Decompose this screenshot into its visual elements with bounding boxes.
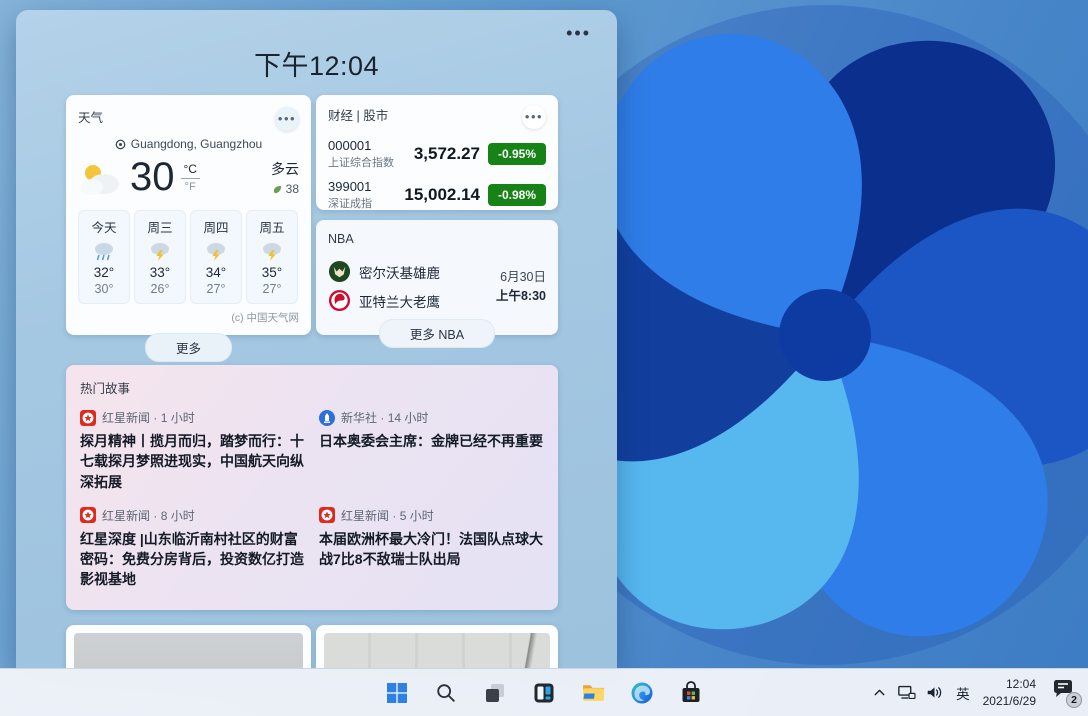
panel-clock: 下午12:04 — [16, 44, 617, 83]
widgets-icon — [532, 681, 556, 705]
stocks-widget[interactable]: 财经 | 股市 ••• 000001 上证综合指数 3,572.27 -0.95… — [316, 95, 558, 210]
search-icon — [435, 682, 457, 704]
forecast-day-fri[interactable]: 周五 35° 27° — [246, 210, 298, 304]
stock-code: 000001 — [328, 138, 414, 153]
stock-value: 3,572.27 — [414, 144, 488, 164]
news-source-time: 红星新闻 · 1 小时 — [102, 409, 195, 426]
notification-button[interactable]: 2 — [1050, 678, 1080, 708]
weather-condition: 多云 — [271, 159, 299, 179]
tray-time: 12:04 — [983, 676, 1036, 692]
tray-chevron-up-icon[interactable] — [871, 684, 888, 701]
notification-badge: 2 — [1066, 692, 1082, 708]
language-indicator[interactable]: 英 — [953, 681, 973, 705]
stock-name: 上证综合指数 — [328, 154, 414, 170]
team-row-hawks[interactable]: 亚特兰大老鹰 — [328, 289, 472, 312]
edge-browser-icon — [630, 681, 654, 705]
red-star-news-icon — [80, 410, 96, 426]
forecast-day-thu[interactable]: 周四 34° 27° — [190, 210, 242, 304]
hawks-logo-icon — [328, 289, 351, 312]
edge-button[interactable] — [625, 676, 659, 710]
red-star-news-icon — [80, 507, 96, 523]
task-view-icon — [483, 681, 507, 705]
tray-date: 2021/6/29 — [983, 693, 1036, 709]
location-pin-icon — [115, 139, 126, 150]
weather-attribution: (c) 中国天气网 — [78, 310, 299, 325]
weather-menu-icon[interactable]: ••• — [275, 107, 299, 131]
news-source-time: 新华社 · 14 小时 — [341, 409, 428, 426]
news-widget[interactable]: 热门故事 红星新闻 · 1 小时 探月精神丨揽月而归，踏梦而行：十七载探月梦照进… — [66, 365, 558, 610]
storm-icon — [260, 241, 284, 261]
story-photo — [324, 633, 550, 668]
start-button[interactable] — [380, 676, 414, 710]
news-item-4[interactable]: 红星新闻 · 5 小时 本届欧洲杯最大冷门！法国队点球大战7比8不敌瑞士队出局 — [319, 507, 544, 590]
weather-more-button[interactable]: 更多 — [145, 333, 232, 362]
forecast-day-wed[interactable]: 周三 33° 26° — [134, 210, 186, 304]
news-headline: 红星深度 |山东临沂南村社区的财富密码：免费分房背后，投资数亿打造影视基地 — [80, 529, 305, 590]
news-headline: 日本奥委会主席：金牌已经不再重要 — [319, 431, 544, 451]
bucks-logo-icon — [328, 260, 351, 283]
microsoft-store-button[interactable] — [674, 676, 708, 710]
game-time: 上午8:30 — [472, 285, 546, 304]
story-card-photo-right[interactable] — [316, 625, 558, 668]
task-view-button[interactable] — [478, 676, 512, 710]
file-explorer-icon — [581, 680, 606, 705]
air-quality-value: 38 — [286, 182, 299, 196]
forecast-day-today[interactable]: 今天 32° 30° — [78, 210, 130, 304]
windows-logo-icon — [385, 681, 409, 705]
stock-row-sse[interactable]: 000001 上证综合指数 3,572.27 -0.95% — [328, 138, 546, 170]
game-date: 6月30日 — [472, 266, 546, 285]
news-item-3[interactable]: 红星新闻 · 8 小时 红星深度 |山东临沂南村社区的财富密码：免费分房背后，投… — [80, 507, 305, 590]
volume-icon[interactable] — [925, 684, 944, 701]
stock-value: 15,002.14 — [404, 185, 488, 205]
news-item-2[interactable]: 新华社 · 14 小时 日本奥委会主席：金牌已经不再重要 — [319, 409, 544, 492]
air-quality-icon — [272, 184, 283, 195]
stocks-title: 财经 | 股市 — [328, 105, 388, 124]
widgets-panel: 下午12:04 ••• 天气 ••• Guangdong, Guangzhou … — [16, 10, 617, 668]
nba-title: NBA — [328, 232, 354, 246]
current-temperature: 30 — [130, 155, 175, 200]
news-source-time: 红星新闻 · 5 小时 — [341, 507, 434, 524]
news-headline: 探月精神丨揽月而归，踏梦而行：十七载探月梦照进现实，中国航天向纵深拓展 — [80, 431, 305, 492]
weather-widget[interactable]: 天气 ••• Guangdong, Guangzhou 30 °C °F 多云 — [66, 95, 311, 335]
search-button[interactable] — [429, 676, 463, 710]
storm-icon — [204, 241, 228, 261]
story-card-photo-left[interactable] — [66, 625, 311, 668]
weather-title: 天气 — [78, 107, 103, 126]
weather-location: Guangdong, Guangzhou — [131, 137, 262, 151]
news-item-1[interactable]: 红星新闻 · 1 小时 探月精神丨揽月而归，踏梦而行：十七载探月梦照进现实，中国… — [80, 409, 305, 492]
story-photo — [74, 633, 303, 668]
partly-cloudy-icon — [78, 160, 124, 196]
nba-widget[interactable]: NBA 密尔沃基雄鹿 亚特兰大老鹰 — [316, 220, 558, 335]
stock-row-szse[interactable]: 399001 深证成指 15,002.14 -0.98% — [328, 179, 546, 211]
stock-name: 深证成指 — [328, 195, 404, 211]
xinhua-news-icon — [319, 410, 335, 426]
widgets-button[interactable] — [527, 676, 561, 710]
taskbar: 英 12:04 2021/6/29 2 — [0, 668, 1088, 716]
network-icon[interactable] — [897, 684, 916, 701]
stock-change-badge: -0.98% — [488, 184, 546, 206]
celsius-toggle[interactable]: °C — [181, 162, 200, 179]
news-source-time: 红星新闻 · 8 小时 — [102, 507, 195, 524]
storm-icon — [148, 241, 172, 261]
fahrenheit-toggle[interactable]: °F — [185, 179, 196, 193]
red-star-news-icon — [319, 507, 335, 523]
news-headline: 本届欧洲杯最大冷门！法国队点球大战7比8不敌瑞士队出局 — [319, 529, 544, 570]
nba-more-button[interactable]: 更多 NBA — [379, 319, 495, 348]
news-title: 热门故事 — [80, 382, 130, 396]
stocks-menu-icon[interactable]: ••• — [522, 105, 546, 129]
stock-change-badge: -0.95% — [488, 143, 546, 165]
stock-code: 399001 — [328, 179, 404, 194]
file-explorer-button[interactable] — [576, 676, 610, 710]
microsoft-store-icon — [679, 681, 703, 705]
rain-icon — [92, 241, 116, 261]
clock-tray[interactable]: 12:04 2021/6/29 — [983, 676, 1040, 708]
panel-more-options-icon[interactable]: ••• — [566, 26, 591, 40]
team-row-bucks[interactable]: 密尔沃基雄鹿 — [328, 260, 472, 283]
